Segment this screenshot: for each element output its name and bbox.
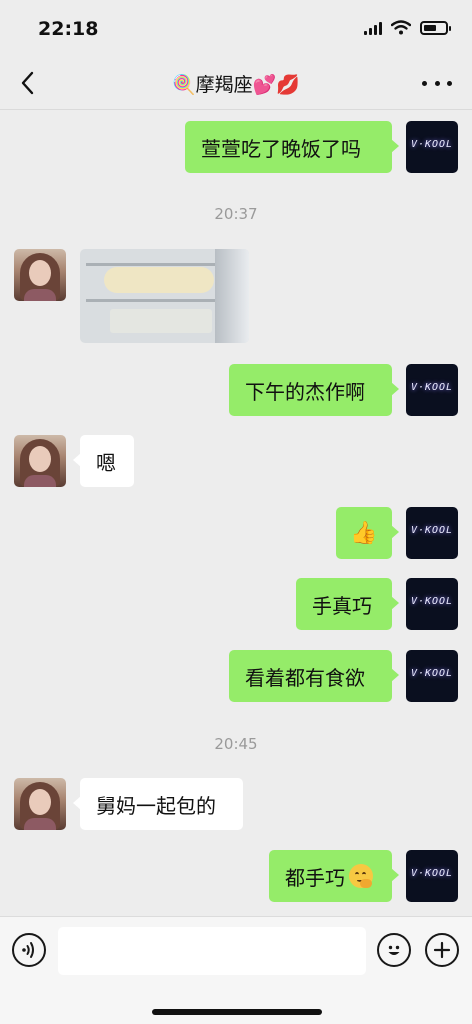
smirk-emoji-icon: [349, 864, 373, 888]
signal-icon: [364, 21, 382, 35]
message-bubble[interactable]: 👍: [336, 507, 399, 559]
my-avatar[interactable]: V·KOOL: [406, 578, 458, 630]
home-indicator[interactable]: [152, 1009, 322, 1015]
message-bubble[interactable]: 都手巧: [269, 850, 399, 902]
wifi-icon: [391, 20, 411, 35]
chat-area[interactable]: 萱萱吃了晚饭了吗 V·KOOL 20:37 下午的杰作啊 V·KOOL 嗯 👍 …: [0, 110, 472, 916]
battery-icon: [420, 20, 451, 35]
status-time: 22:18: [38, 18, 99, 40]
my-avatar[interactable]: V·KOOL: [406, 364, 458, 416]
my-avatar[interactable]: V·KOOL: [406, 121, 458, 173]
chat-title: 🍭摩羯座💕💋: [172, 74, 300, 96]
voice-icon: [22, 942, 34, 958]
input-bar: [0, 916, 472, 1024]
message-bubble[interactable]: 手真巧: [296, 578, 399, 630]
contact-avatar[interactable]: [14, 778, 66, 830]
my-avatar[interactable]: V·KOOL: [406, 850, 458, 902]
message-bubble[interactable]: 下午的杰作啊: [229, 364, 399, 416]
message-bubble[interactable]: 嗯: [73, 435, 134, 487]
emoji-icon: [388, 945, 400, 955]
message-bubble[interactable]: 舅妈一起包的: [73, 778, 243, 830]
plus-icon: [433, 941, 451, 959]
timestamp: 20:37: [214, 205, 258, 223]
my-avatar[interactable]: V·KOOL: [406, 507, 458, 559]
photo-message-freezer-dumplings[interactable]: [80, 249, 249, 343]
more-icon: [422, 80, 427, 86]
chat-header: 🍭摩羯座💕💋: [0, 56, 472, 110]
message-input[interactable]: [58, 927, 366, 975]
contact-avatar[interactable]: [14, 435, 66, 487]
message-bubble[interactable]: 萱萱吃了晚饭了吗: [185, 121, 399, 173]
message-bubble[interactable]: 看着都有食欲: [229, 650, 399, 702]
emoji-button[interactable]: [377, 933, 411, 967]
status-bar: 22:18: [0, 0, 472, 56]
message-text: 都手巧: [285, 865, 345, 890]
status-icons: [364, 20, 451, 35]
plus-button[interactable]: [425, 933, 459, 967]
more-button[interactable]: [422, 74, 452, 92]
contact-avatar[interactable]: [14, 249, 66, 301]
timestamp: 20:45: [214, 735, 258, 753]
my-avatar[interactable]: V·KOOL: [406, 650, 458, 702]
voice-button[interactable]: [12, 933, 46, 967]
thumbs-up-icon: 👍: [350, 520, 378, 546]
